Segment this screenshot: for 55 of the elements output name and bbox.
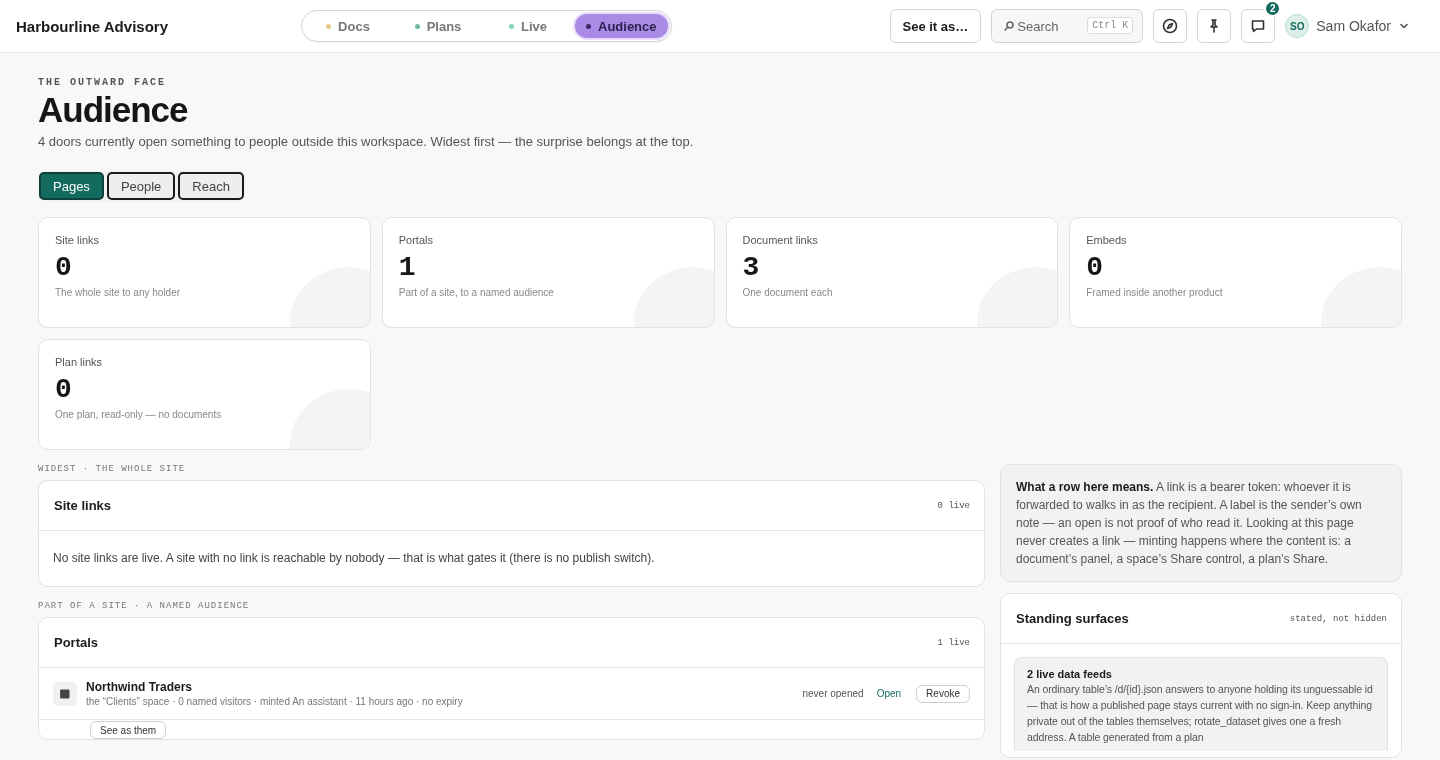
section-title: Portals [54, 635, 99, 650]
pin-button[interactable] [1197, 9, 1232, 43]
stat-value: 0 [1086, 252, 1105, 283]
explanation-note: What a row here means. A link is a bearer token: whoever it is forwarded to walks in as the recipient. A label is the sender’s own note — an open is not proof of who read it. Looking at this page never creates a link — minting happens where the content is: a document’s panel, a space’s Share control, a plan’s Share. [1016, 479, 1363, 568]
search-icon [1004, 21, 1015, 31]
panel-title: Standing surfaces [1016, 611, 1129, 626]
stat-label: Portals [398, 234, 434, 246]
nav-tab[interactable]: Audience [575, 14, 668, 38]
stat-label: Site links [55, 234, 101, 246]
page-eyebrow: THE OUTWARD FACE [38, 77, 167, 88]
page-subtitle: 4 doors currently open something to people outside this workspace. Widest first — the surprise belongs at the top. [38, 134, 695, 149]
nav-tab[interactable]: Plans [395, 14, 481, 38]
section-eyebrow: PART OF A SITE · A NAMED AUDIENCE [38, 601, 251, 611]
stat-caption: One document each [742, 287, 834, 298]
stat-label: Document links [742, 234, 819, 246]
open-status: never opened [802, 688, 864, 699]
stat-label: Embeds [1086, 234, 1128, 246]
live-count: 0 live [937, 500, 970, 511]
square-icon [60, 688, 70, 699]
section-title: Site links [54, 498, 112, 513]
user-avatar: SO [1285, 14, 1310, 38]
surface-title: 2 live data feeds [1027, 668, 1113, 680]
shortcut-hint: Ctrl K [1087, 17, 1134, 34]
portal-meta: the “Clients” space · 0 named visitors · minted An assistant · 11 hours ago · no expiry [86, 696, 463, 707]
user-menu[interactable]: SO Sam Okafor [1285, 14, 1410, 38]
surface-description: An ordinary table’s /d/{id}.json answers to anyone holding its unguessable id — that is how a published page stays current with no sign-in. Keep anything private out of the tables themselves; rotate_dataset gives one a fresh address. A table generated from a plan [1027, 682, 1374, 745]
see-as-them-button[interactable]: See as them [90, 721, 167, 739]
open-link[interactable]: Open [876, 688, 902, 699]
nav-tab[interactable]: Live [485, 14, 571, 38]
app-title: Harbourline Advisory [16, 17, 168, 35]
stat-label: Plan links [55, 356, 104, 368]
stat-caption: One plan, read-only — no documents [55, 409, 223, 420]
live-count: 1 live [937, 637, 970, 648]
chat-bubble-icon [1250, 18, 1267, 34]
view-tab[interactable]: Pages [39, 172, 104, 200]
compass-button[interactable] [1153, 9, 1188, 43]
stat-value: 0 [55, 374, 73, 405]
stat-value: 0 [55, 252, 73, 283]
notification-badge: 2 [1264, 0, 1282, 17]
stat-caption: The whole site to any holder [55, 287, 182, 298]
view-tab[interactable]: People [106, 172, 176, 200]
stat-value: 1 [398, 252, 417, 283]
see-as-button[interactable]: See it as… [889, 9, 982, 43]
panel-tag: stated, not hidden [1289, 613, 1387, 624]
compass-icon [1162, 18, 1179, 34]
stat-value: 3 [742, 252, 761, 283]
stat-caption: Part of a site, to a named audience [398, 287, 555, 298]
stat-caption: Framed inside another product [1086, 287, 1224, 298]
nav-tab[interactable]: Docs [305, 14, 391, 38]
section-message: No site links are live. A site with no link is reachable by nobody — that is what gates it (there is no publish switch). [52, 550, 656, 567]
section-eyebrow: WIDEST · THE WHOLE SITE [38, 464, 187, 474]
page-title: Audience [38, 90, 189, 130]
revoke-button[interactable]: Revoke [916, 684, 970, 703]
view-tab[interactable]: Reach [178, 172, 244, 200]
portal-name: Northwind Traders [86, 680, 193, 694]
